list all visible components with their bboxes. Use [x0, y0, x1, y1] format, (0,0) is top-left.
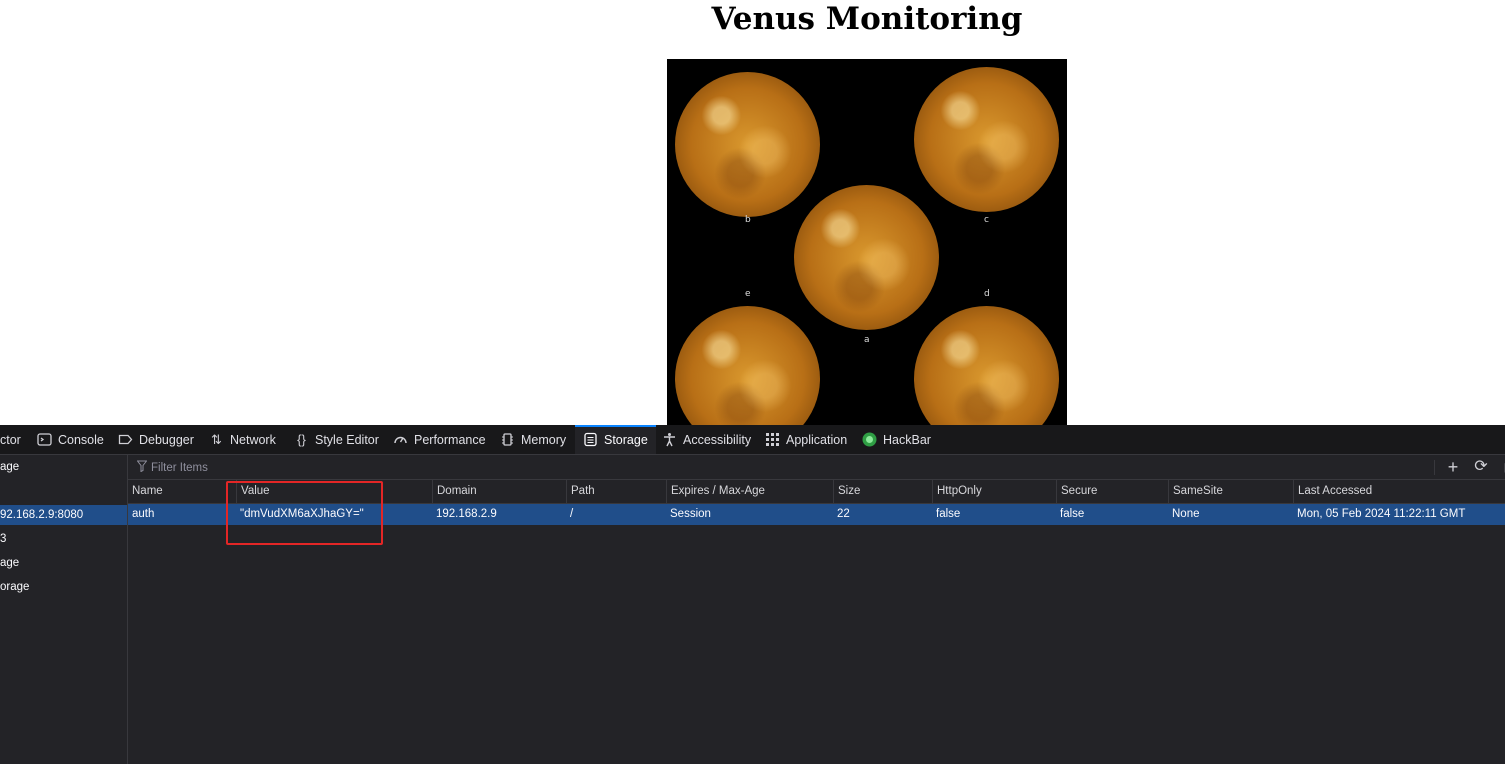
cell-last-accessed: Mon, 05 Feb 2024 11:22:11 GMT [1297, 508, 1466, 520]
tab-label: Style Editor [315, 432, 379, 447]
cell-secure: false [1060, 508, 1085, 520]
column-header-secure[interactable]: Secure [1056, 480, 1168, 503]
cell-domain: 192.168.2.9 [436, 508, 497, 520]
performance-icon [393, 432, 408, 447]
add-item-icon[interactable]: + [1442, 457, 1464, 477]
divider [1434, 460, 1435, 475]
application-icon [765, 432, 780, 447]
cell-expires: Session [670, 508, 711, 520]
planet-label-d: d [984, 289, 990, 299]
memory-icon [500, 432, 515, 447]
tab-console[interactable]: Console [37, 425, 104, 454]
sidebar-item-session-storage[interactable]: orage [0, 577, 127, 597]
cell-path: / [570, 508, 574, 520]
planet-label-e: e [745, 289, 751, 299]
tab-memory[interactable]: Memory [500, 425, 566, 454]
tab-label: Debugger [139, 432, 194, 447]
cell-size: 22 [837, 508, 850, 520]
column-header-httponly[interactable]: HttpOnly [932, 480, 1056, 503]
network-icon: ⇅ [211, 432, 222, 447]
devtools-panel: ctor Console Debugger ⇅ Network {} Style… [0, 425, 1505, 764]
tab-label: Performance [414, 432, 486, 447]
cell-httponly: false [936, 508, 961, 520]
tab-label: HackBar [883, 432, 931, 447]
tab-debugger[interactable]: Debugger [118, 425, 194, 454]
planet-label-b: b [745, 215, 751, 225]
column-header-name[interactable]: Name [128, 480, 236, 503]
tab-label: Accessibility [683, 432, 752, 447]
tab-inspector[interactable]: ctor [0, 425, 21, 454]
storage-sidebar: age 92.168.2.9:8080 3 age orage [0, 455, 128, 764]
hackbar-icon [862, 432, 877, 447]
refresh-icon[interactable]: ⟳ [1470, 457, 1492, 477]
planet-b [675, 72, 820, 217]
filter-bar: + ⟳ ▯ [128, 455, 1505, 480]
tab-network[interactable]: ⇅ Network [209, 425, 276, 454]
planet-d [914, 306, 1059, 425]
column-header-samesite[interactable]: SameSite [1168, 480, 1293, 503]
column-header-path[interactable]: Path [566, 480, 666, 503]
cell-samesite: None [1172, 508, 1200, 520]
annotation-highlight-box [226, 481, 383, 545]
venus-image: b c e d a [667, 59, 1067, 425]
debugger-icon [118, 432, 133, 447]
planet-a [794, 185, 939, 330]
column-header-size[interactable]: Size [833, 480, 932, 503]
planet-label-a: a [864, 335, 870, 345]
web-page: Venus Monitoring b c e d a [0, 0, 1505, 425]
sidebar-item-local-storage[interactable]: age [0, 553, 127, 573]
planet-label-c: c [984, 215, 989, 225]
tab-label: Storage [604, 432, 648, 447]
sidebar-item-storage[interactable]: age [0, 457, 127, 477]
tab-performance[interactable]: Performance [393, 425, 486, 454]
storage-icon [583, 432, 598, 447]
column-header-domain[interactable]: Domain [432, 480, 566, 503]
page-title: Venus Monitoring [711, 1, 1023, 37]
sidebar-toggle-icon[interactable]: ▯ [1496, 457, 1505, 477]
cell-name: auth [132, 508, 155, 520]
tab-label: Application [786, 432, 848, 447]
column-header-expires[interactable]: Expires / Max-Age [666, 480, 833, 503]
column-header-last-accessed[interactable]: Last Accessed [1293, 480, 1505, 503]
console-icon [37, 432, 52, 447]
sidebar-item-host[interactable]: 92.168.2.9:8080 [0, 505, 127, 525]
tab-label: ctor [0, 432, 21, 447]
tab-label: Network [230, 432, 276, 447]
devtools-toolbar: ctor Console Debugger ⇅ Network {} Style… [0, 425, 1505, 455]
filter-input[interactable] [136, 459, 753, 477]
tab-label: Console [58, 432, 104, 447]
sidebar-item-indexeddb[interactable]: 3 [0, 529, 127, 549]
accessibility-icon [662, 432, 677, 447]
planet-e [675, 306, 820, 425]
tab-accessibility[interactable]: Accessibility [662, 425, 751, 454]
tab-application[interactable]: Application [765, 425, 847, 454]
tab-storage[interactable]: Storage [575, 425, 656, 454]
tab-style-editor[interactable]: {} Style Editor [294, 425, 379, 454]
tab-label: Memory [521, 432, 567, 447]
tab-hackbar[interactable]: HackBar [862, 425, 931, 454]
planet-c [914, 67, 1059, 212]
style-editor-icon: {} [297, 432, 306, 447]
